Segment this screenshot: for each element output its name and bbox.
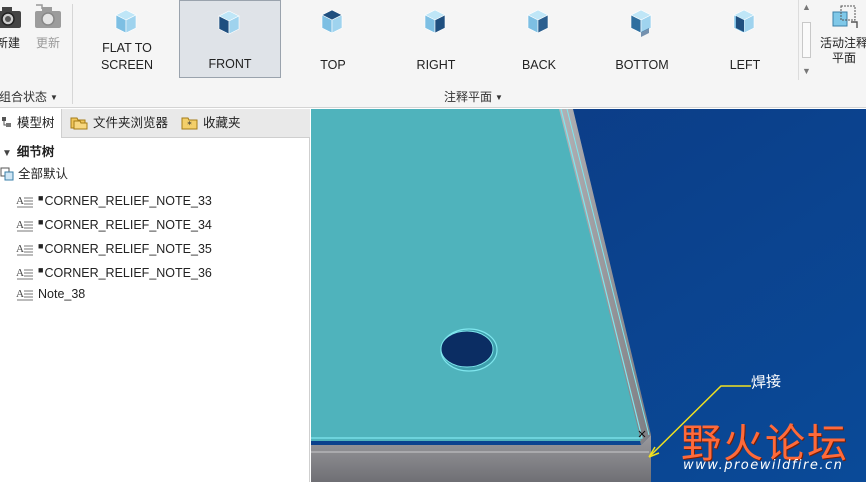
- detail-tree: ▼ 细节树 全部默认 A ■CORNER_RELIEF_NOTE_33 A ■CORNE…: [0, 142, 310, 308]
- combo-state-text: 组合状态: [0, 90, 48, 104]
- tree-item-note[interactable]: A ■CORNER_RELIEF_NOTE_35: [0, 236, 310, 260]
- update-label: 更新: [35, 36, 60, 50]
- view-button-top[interactable]: TOP: [282, 0, 384, 78]
- svg-text:A: A: [16, 288, 24, 300]
- flat-to-screen-cube-icon: [76, 6, 178, 38]
- all-default-label: 全部默认: [18, 167, 69, 181]
- back-view-cube-icon: [488, 6, 590, 38]
- active-plane-icon: [832, 5, 858, 28]
- combined-state-icon: [0, 167, 14, 187]
- tree-item-note[interactable]: A ■CORNER_RELIEF_NOTE_36: [0, 260, 310, 284]
- note-icon: A: [16, 218, 34, 238]
- handwritten-weld-note: 焊接: [750, 371, 782, 393]
- view-label: LEFT: [729, 58, 761, 72]
- combo-state-group-label[interactable]: 组合状态 ▼: [0, 88, 58, 105]
- note-icon: A: [16, 266, 34, 286]
- scroll-more-icon[interactable]: ▼: [802, 66, 811, 76]
- svg-text:A: A: [16, 243, 24, 255]
- detail-tree-header-label: 细节树: [16, 145, 55, 159]
- scroll-thumb[interactable]: [802, 22, 811, 58]
- note-label: CORNER_RELIEF_NOTE_33: [44, 194, 212, 208]
- active-plane-label: 活动注释 平面: [819, 36, 866, 65]
- view-button-left[interactable]: LEFT: [694, 0, 796, 78]
- note-flag-icon: ■: [38, 217, 44, 227]
- tree-item-all-default[interactable]: 全部默认: [0, 164, 310, 188]
- view-label: FLAT TO SCREEN: [100, 41, 154, 72]
- view-label: BOTTOM: [615, 58, 669, 72]
- chevron-down-icon: ▼: [495, 93, 503, 102]
- camera-new-icon: [0, 7, 21, 28]
- update-button[interactable]: 更新: [30, 0, 66, 62]
- view-label: RIGHT: [416, 58, 456, 72]
- active-annotation-plane-button[interactable]: 活动注释 平面: [818, 0, 866, 80]
- scroll-up-icon[interactable]: ▲: [802, 2, 811, 12]
- tab-model-tree-label: 模型树: [17, 116, 55, 130]
- hole[interactable]: [440, 328, 498, 372]
- view-button-front[interactable]: FRONT: [179, 0, 281, 78]
- model-tree-icon: [2, 112, 12, 141]
- tree-item-note[interactable]: A ■CORNER_RELIEF_NOTE_34: [0, 212, 310, 236]
- tab-favorites[interactable]: * 收藏夹: [181, 109, 241, 138]
- note-flag-icon: ■: [38, 265, 44, 275]
- top-view-cube-icon: [282, 6, 384, 38]
- group-divider: [72, 4, 73, 104]
- note-icon: A: [16, 194, 34, 214]
- folder-icon: [70, 112, 88, 141]
- annotation-plane-group-label[interactable]: 注释平面 ▼: [444, 88, 503, 105]
- tree-item-note[interactable]: A ■CORNER_RELIEF_NOTE_33: [0, 188, 310, 212]
- svg-text:A: A: [16, 267, 24, 279]
- graphics-viewport[interactable]: 焊接 野火论坛 www.proewildfire.cn: [311, 109, 866, 482]
- tab-model-tree[interactable]: 模型树: [0, 109, 62, 138]
- note-icon: A: [16, 242, 34, 262]
- note-label: CORNER_RELIEF_NOTE_34: [44, 218, 212, 232]
- annotation-plane-views: FLAT TO SCREEN FRONT TOP RIGHT BACK BOTTOM LEF…: [76, 0, 796, 80]
- camera-update-icon: [35, 4, 61, 28]
- gallery-scrollbar[interactable]: ▲ ▼: [798, 0, 814, 80]
- note-icon: A: [16, 287, 34, 307]
- navigator-panel: 模型树 文件夹浏览器 * 收藏夹 ▼ 细节树 全部默认 A ■CORNER_RELI…: [0, 109, 310, 482]
- view-button-right[interactable]: RIGHT: [385, 0, 487, 78]
- front-view-cube-icon: [180, 7, 280, 39]
- view-button-flat-to-screen[interactable]: FLAT TO SCREEN: [76, 0, 178, 78]
- view-label: TOP: [320, 58, 346, 72]
- view-button-back[interactable]: BACK: [488, 0, 590, 78]
- svg-text:*: *: [187, 121, 192, 131]
- view-label: BACK: [521, 58, 557, 72]
- note-flag-icon: ■: [38, 193, 44, 203]
- note-label: CORNER_RELIEF_NOTE_35: [44, 242, 212, 256]
- view-label: FRONT: [208, 57, 252, 71]
- ribbon: 新建 更新 组合状态 ▼ FLAT TO SCREEN FRONT TOP RIGHT B…: [0, 0, 866, 108]
- view-button-bottom[interactable]: BOTTOM: [591, 0, 693, 78]
- tab-folder-browser-label: 文件夹浏览器: [93, 116, 169, 130]
- favorites-icon: *: [181, 112, 198, 141]
- collapse-triangle-icon[interactable]: ▼: [2, 148, 12, 159]
- tab-favorites-label: 收藏夹: [203, 116, 241, 130]
- combo-state-group: 新建 更新 组合状态 ▼: [0, 0, 70, 108]
- detail-tree-header[interactable]: ▼ 细节树: [0, 142, 310, 164]
- note-label: Note_38: [38, 287, 86, 301]
- note-flag-icon: ■: [38, 241, 44, 251]
- svg-text:A: A: [16, 195, 24, 207]
- tree-item-note[interactable]: A Note_38: [0, 284, 310, 308]
- new-button[interactable]: 新建: [0, 0, 26, 62]
- note-list: A ■CORNER_RELIEF_NOTE_33 A ■CORNER_RELIEF_N…: [0, 188, 310, 308]
- watermark-url: www.proewildfire.cn: [683, 458, 844, 473]
- left-view-cube-icon: [694, 6, 796, 38]
- tab-folder-browser[interactable]: 文件夹浏览器: [70, 109, 168, 138]
- right-view-cube-icon: [385, 6, 487, 38]
- annotation-plane-text: 注释平面: [444, 90, 493, 104]
- new-label: 新建: [0, 36, 20, 50]
- note-label: CORNER_RELIEF_NOTE_36: [44, 266, 212, 280]
- navigator-tabs: 模型树 文件夹浏览器 * 收藏夹: [0, 109, 310, 138]
- svg-text:A: A: [16, 219, 24, 231]
- bottom-view-cube-icon: [591, 6, 693, 38]
- chevron-down-icon: ▼: [50, 93, 58, 102]
